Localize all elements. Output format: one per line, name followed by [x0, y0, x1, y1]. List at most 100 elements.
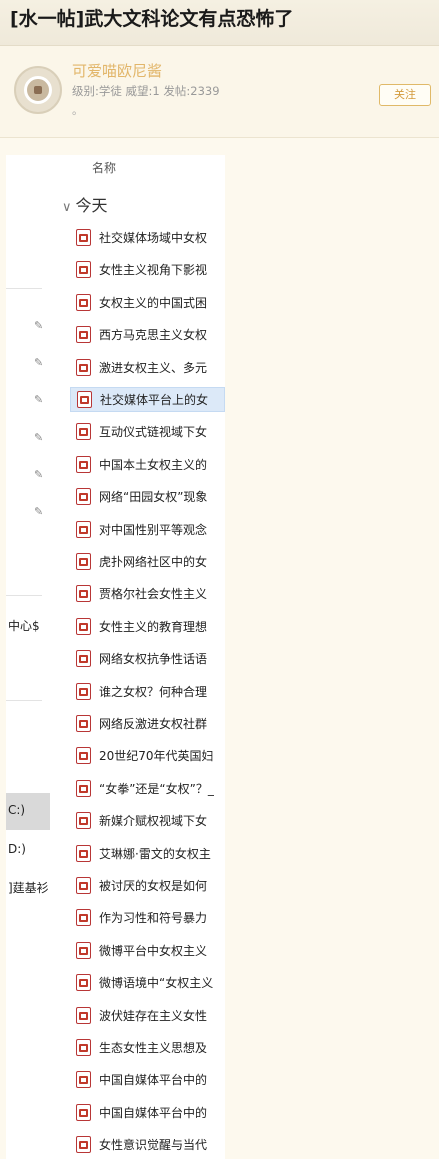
pdf-file-icon	[76, 617, 91, 635]
pin-icon: ✎	[34, 393, 44, 406]
file-row[interactable]: 虎扑网络社区中的女	[70, 549, 225, 574]
file-name: 20世纪70年代英国妇	[99, 749, 214, 764]
pdf-file-icon	[76, 585, 91, 603]
pin-icon: ✎	[34, 319, 44, 332]
pdf-file-icon	[76, 715, 91, 732]
nav-item-drive-c[interactable]: C:)	[8, 803, 25, 817]
post-title: [水一帖]武大文科论文有点恐怖了	[10, 8, 294, 30]
file-row[interactable]: 波伏娃存在主义女性	[70, 1003, 225, 1028]
pdf-file-icon	[76, 1039, 91, 1056]
author-name[interactable]: 可爱喵欧尼酱	[72, 60, 162, 81]
file-name: 女性主义的教育理想	[99, 619, 208, 634]
top-bar: [水一帖]武大文科论文有点恐怖了	[0, 0, 439, 46]
group-label: 今天	[75, 196, 108, 215]
file-name: 被讨厌的女权是如何	[99, 879, 208, 893]
nav-item[interactable]: 中心$	[8, 617, 40, 634]
file-name: 中国自媒体平台中的	[99, 1073, 208, 1088]
pin-icon: ✎	[34, 505, 44, 518]
explorer-screenshot: ✎ ✎ ✎ ✎ ✎ ✎ 中心$ C:) D:) ]莛基衫 名称 ∨ 今天 社交媒体…	[6, 155, 225, 1159]
pdf-file-icon	[76, 812, 91, 830]
nav-divider	[6, 595, 42, 596]
nav-item-drive-d[interactable]: D:)	[8, 842, 26, 856]
file-row[interactable]: 艾琳娜·雷文的女权主	[70, 841, 225, 866]
file-row[interactable]: 激进女权主义、多元	[70, 355, 225, 380]
column-header-name[interactable]: 名称	[92, 159, 116, 176]
file-row[interactable]: 微博平台中女权主义	[70, 938, 225, 963]
author-stats: 级别:学徒 威望:1 发帖:2339	[72, 84, 220, 98]
pdf-file-icon	[76, 779, 91, 797]
file-row[interactable]: 社交媒体场域中女权	[70, 225, 225, 250]
file-name: 社交媒体平台上的女	[100, 393, 209, 407]
file-row[interactable]: 对中国性别平等观念	[70, 517, 225, 542]
pin-icon: ✎	[34, 431, 44, 444]
file-name: “女拳”还是“女权”？_	[99, 781, 214, 796]
file-name: 波伏娃存在主义女性	[99, 1008, 208, 1023]
file-row[interactable]: 女性主义的教育理想	[70, 614, 225, 639]
file-row[interactable]: 20世纪70年代英国妇	[70, 743, 225, 768]
file-name: 网络女权抗争性话语	[99, 652, 208, 667]
pdf-file-icon	[76, 877, 91, 894]
file-name: 微博语境中“女权主义	[99, 976, 214, 991]
pdf-file-icon	[76, 1071, 91, 1089]
file-name: 女性主义视角下影视	[99, 263, 208, 278]
file-row[interactable]: 网络女权抗争性话语	[70, 646, 225, 671]
nav-divider	[6, 700, 42, 701]
file-name: 新媒介赋权视域下女	[99, 814, 208, 829]
file-name: 互动仪式链视域下女	[99, 425, 208, 440]
pdf-file-icon	[76, 1136, 91, 1154]
pdf-file-icon	[76, 909, 91, 927]
file-row[interactable]: 谁之女权？何种合理	[70, 679, 225, 704]
pdf-file-icon	[76, 1006, 91, 1024]
file-name: 中国本土女权主义的	[99, 457, 208, 472]
file-name: 虎扑网络社区中的女	[99, 555, 208, 569]
group-header-today[interactable]: ∨ 今天	[62, 192, 108, 216]
file-name: 女权主义的中国式困	[99, 295, 208, 310]
pdf-file-icon	[76, 1103, 91, 1121]
file-name: 网络“田园女权”现象	[99, 490, 208, 505]
file-row[interactable]: 社交媒体平台上的女	[70, 387, 225, 412]
avatar[interactable]	[14, 66, 62, 114]
file-row[interactable]: 新媒介赋权视域下女	[70, 808, 225, 833]
file-row[interactable]: 微博语境中“女权主义	[70, 970, 225, 995]
file-row[interactable]: “女拳”还是“女权”？_	[70, 776, 225, 801]
chevron-down-icon: ∨	[62, 200, 72, 215]
file-row[interactable]: 贾格尔社会女性主义	[70, 581, 225, 606]
file-row[interactable]: 作为习性和符号暴力	[70, 905, 225, 930]
pdf-file-icon	[76, 682, 91, 700]
file-row[interactable]: 女权主义的中国式困	[70, 290, 225, 315]
file-row[interactable]: 网络反激进女权社群	[70, 711, 225, 736]
file-row[interactable]: 中国自媒体平台中的	[70, 1067, 225, 1092]
pdf-file-icon	[76, 941, 91, 959]
file-row[interactable]: 女性主义视角下影视	[70, 257, 225, 282]
pin-icon: ✎	[34, 356, 44, 369]
nav-item[interactable]: ]莛基衫	[8, 879, 49, 896]
file-row[interactable]: 中国本土女权主义的	[70, 452, 225, 477]
pdf-file-icon	[76, 844, 91, 862]
author-signature: 。	[72, 104, 83, 117]
file-name: 生态女性主义思想及	[99, 1041, 208, 1055]
file-row[interactable]: 网络“田园女权”现象	[70, 484, 225, 509]
avatar-image	[24, 76, 52, 104]
pdf-file-icon	[76, 455, 91, 473]
explorer-nav-pane: ✎ ✎ ✎ ✎ ✎ ✎ 中心$ C:) D:) ]莛基衫	[6, 155, 50, 1159]
pdf-file-icon	[76, 358, 91, 376]
file-row[interactable]: 被讨厌的女权是如何	[70, 873, 225, 898]
file-row[interactable]: 互动仪式链视域下女	[70, 419, 225, 444]
author-panel: 可爱喵欧尼酱 级别:学徒 威望:1 发帖:2339 。 关注	[0, 46, 439, 138]
file-name: 西方马克思主义女权	[99, 328, 208, 343]
follow-button[interactable]: 关注	[379, 84, 431, 106]
file-row[interactable]: 生态女性主义思想及	[70, 1035, 225, 1060]
pin-icon: ✎	[34, 468, 44, 481]
file-name: 社交媒体场域中女权	[99, 231, 208, 245]
pdf-file-icon	[76, 650, 91, 668]
file-name: 谁之女权？何种合理	[99, 684, 208, 699]
file-row[interactable]: 女性意识觉醒与当代	[70, 1132, 225, 1157]
pdf-file-icon	[76, 326, 91, 344]
file-row[interactable]: 中国自媒体平台中的	[70, 1100, 225, 1125]
file-row[interactable]: 西方马克思主义女权	[70, 322, 225, 347]
pdf-file-icon	[76, 229, 91, 246]
file-name: 贾格尔社会女性主义	[99, 587, 208, 602]
file-name: 激进女权主义、多元	[99, 360, 208, 375]
pdf-file-icon	[76, 293, 91, 311]
file-name: 艾琳娜·雷文的女权主	[99, 846, 211, 861]
